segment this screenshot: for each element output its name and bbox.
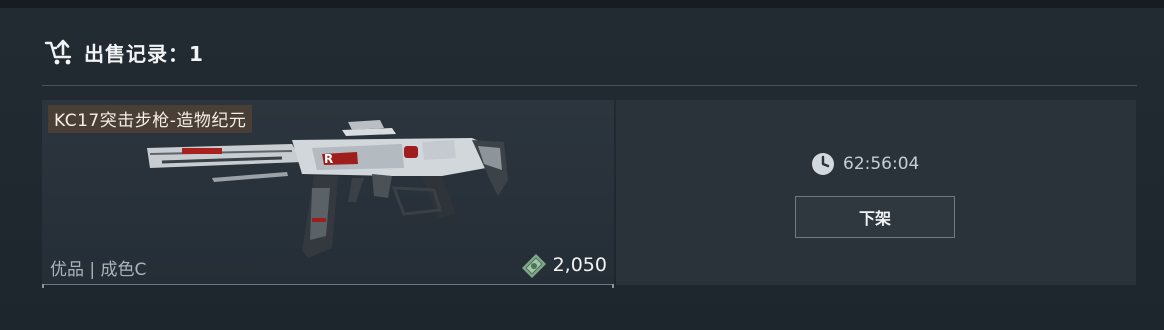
listing-timer: 62:56:04 (811, 152, 919, 176)
svg-text:R: R (324, 152, 333, 166)
header-divider (42, 85, 1137, 86)
delist-button[interactable]: 下架 (795, 196, 955, 238)
top-strip (0, 0, 1164, 8)
item-price: 2,050 (552, 254, 607, 276)
cart-upload-icon (44, 39, 72, 65)
price-group: 2,050 (518, 252, 607, 278)
timer-value: 62:56:04 (843, 154, 920, 174)
item-card-underline (42, 284, 614, 285)
item-card-corner-left (42, 284, 44, 288)
listing-action-card: 62:56:04 下架 (616, 100, 1136, 285)
weapon-image: R (147, 120, 508, 258)
money-icon (521, 254, 546, 278)
sales-record-title: 出售记录：1 (84, 41, 204, 66)
item-card-corner-right (612, 284, 614, 288)
item-quality: 优品 | 成色C (50, 260, 147, 280)
clock-icon (812, 153, 834, 175)
item-card[interactable]: KC17突击步枪-造物纪元 R 优品 | 成色C 2,050 (42, 100, 614, 288)
sales-record-header: 出售记录：1 (44, 34, 204, 70)
